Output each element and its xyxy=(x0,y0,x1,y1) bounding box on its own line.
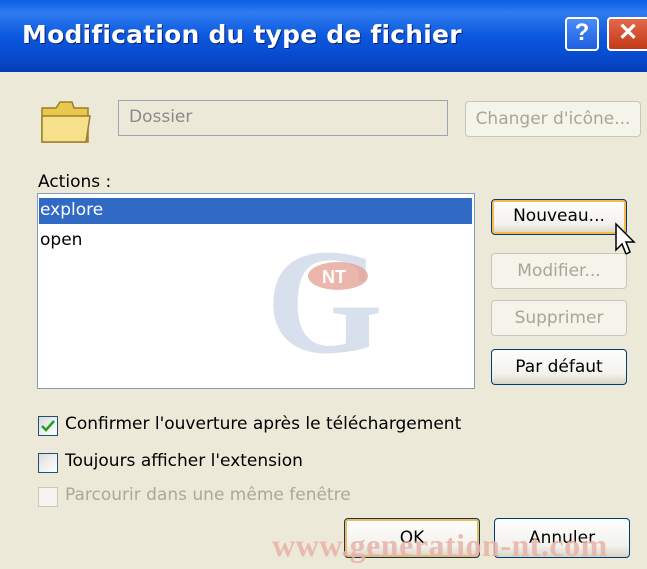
show-extension-label: Toujours afficher l'extension xyxy=(65,451,303,471)
actions-list[interactable]: G NT explore open xyxy=(37,193,475,389)
show-extension-checkbox[interactable] xyxy=(38,453,58,473)
action-item-open[interactable]: open xyxy=(39,228,82,254)
confirm-open-label: Confirmer l'ouverture après le télécharg… xyxy=(65,414,462,434)
actions-label: Actions : xyxy=(38,172,112,192)
new-action-button[interactable]: Nouveau... xyxy=(491,199,627,235)
checkmark-icon xyxy=(41,420,55,432)
close-button[interactable]: ✕ xyxy=(607,17,647,51)
same-window-checkbox[interactable] xyxy=(38,487,58,507)
edit-action-button[interactable]: Modifier... xyxy=(491,253,627,289)
svg-text:G: G xyxy=(266,232,383,370)
help-button[interactable]: ? xyxy=(565,17,599,51)
confirm-open-checkbox[interactable] xyxy=(38,416,58,436)
file-type-description-field[interactable]: Dossier xyxy=(118,100,448,136)
description-value: Dossier xyxy=(129,107,193,127)
watermark-logo: G NT xyxy=(266,232,383,370)
change-icon-button[interactable]: Changer d'icône... xyxy=(465,101,641,137)
set-default-button[interactable]: Par défaut xyxy=(491,349,627,385)
title-bar[interactable]: Modification du type de fichier ? ✕ xyxy=(0,0,647,72)
dialog-title: Modification du type de fichier xyxy=(22,20,462,49)
folder-icon xyxy=(38,98,94,150)
delete-action-button[interactable]: Supprimer xyxy=(491,300,627,336)
watermark-text: www.generation-nt.com xyxy=(272,527,608,563)
svg-text:NT: NT xyxy=(322,267,346,287)
action-item-explore[interactable]: explore xyxy=(39,198,472,224)
file-type-dialog: Modification du type de fichier ? ✕ Doss… xyxy=(0,0,647,569)
same-window-label: Parcourir dans une même fenêtre xyxy=(65,485,351,505)
